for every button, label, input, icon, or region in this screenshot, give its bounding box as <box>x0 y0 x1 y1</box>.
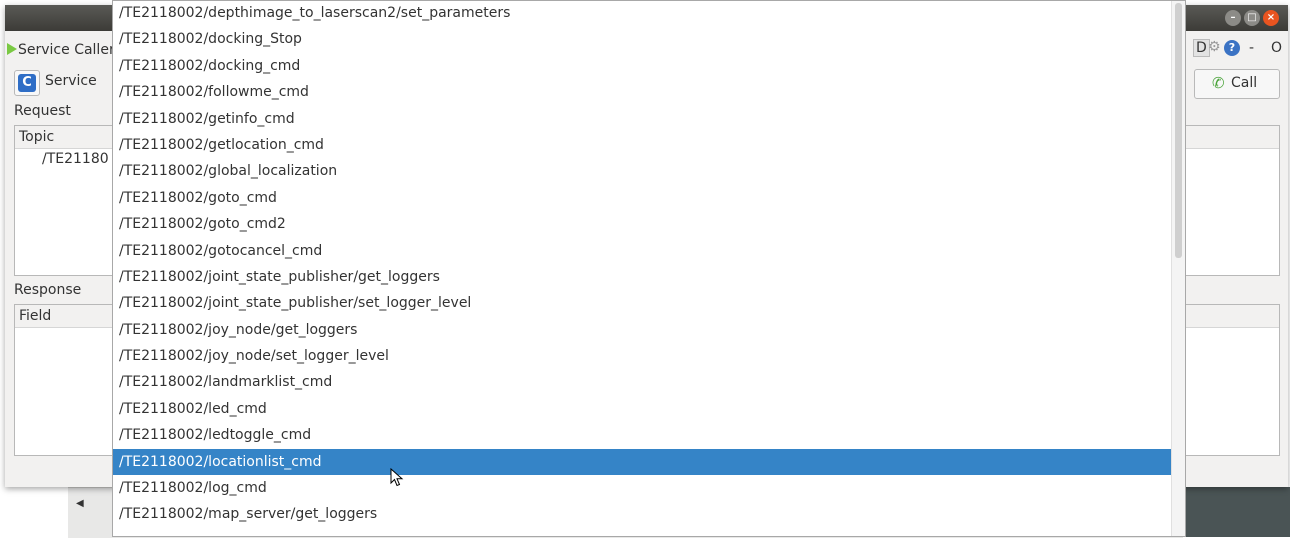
column-header-field[interactable]: Field <box>19 308 51 324</box>
desktop-area <box>1183 487 1290 537</box>
dropdown-scroll-thumb[interactable] <box>1175 3 1182 258</box>
dropdown-item[interactable]: /TE2118002/joy_node/set_logger_level <box>113 343 1171 369</box>
play-icon <box>7 43 17 55</box>
dropdown-item[interactable]: /TE2118002/map_server/get_loggers <box>113 501 1171 527</box>
dropdown-item[interactable]: /TE2118002/landmarklist_cmd <box>113 369 1171 395</box>
request-tree-row[interactable]: /TE21180 <box>42 151 109 167</box>
mouse-cursor-icon <box>390 468 404 487</box>
column-header-topic[interactable]: Topic <box>19 129 54 145</box>
service-label: Service <box>45 73 97 89</box>
dropdown-item[interactable]: /TE2118002/locationlist_cmd <box>113 448 1171 476</box>
dropdown-item[interactable]: /TE2118002/followme_cmd <box>113 79 1171 105</box>
dropdown-item[interactable]: /TE2118002/getinfo_cmd <box>113 106 1171 132</box>
scroll-left-arrow-icon[interactable]: ◀ <box>76 498 84 509</box>
phone-icon: ✆ <box>1212 74 1225 92</box>
dropdown-item[interactable]: /TE2118002/docking_cmd <box>113 53 1171 79</box>
dropdown-item[interactable]: /TE2118002/joy_node/get_loggers <box>113 317 1171 343</box>
dropdown-item[interactable]: /TE2118002/goto_cmd <box>113 185 1171 211</box>
dropdown-item[interactable]: /TE2118002/ledtoggle_cmd <box>113 422 1171 448</box>
plugin-minimize-button[interactable]: - <box>1249 40 1254 56</box>
help-icon[interactable]: ? <box>1224 40 1240 56</box>
dropdown-item[interactable]: /TE2118002/joint_state_publisher/get_log… <box>113 264 1171 290</box>
service-dropdown-list[interactable]: /TE2118002/depthimage_to_laserscan2/set_… <box>112 0 1186 537</box>
dropdown-item[interactable]: /TE2118002/log_cmd <box>113 475 1171 501</box>
dropdown-scrollbar[interactable] <box>1171 1 1185 536</box>
gear-icon[interactable]: ⚙ <box>1208 39 1221 55</box>
dropdown-item[interactable]: /TE2118002/docking_Stop <box>113 26 1171 52</box>
plugin-title: Service Caller <box>18 42 115 58</box>
plugin-close-button[interactable]: O <box>1271 40 1282 56</box>
refresh-button[interactable]: C <box>14 70 40 96</box>
call-button[interactable]: ✆ Call <box>1194 69 1280 99</box>
response-section-label: Response <box>14 282 82 298</box>
dropdown-items: /TE2118002/depthimage_to_laserscan2/set_… <box>113 1 1171 528</box>
maximize-button[interactable]: □ <box>1244 10 1260 26</box>
dropdown-item[interactable]: /TE2118002/global_localization <box>113 158 1171 184</box>
close-button[interactable]: × <box>1263 10 1279 26</box>
refresh-icon: C <box>18 74 36 92</box>
dropdown-item[interactable]: /TE2118002/goto_cmd2 <box>113 211 1171 237</box>
dropdown-item[interactable]: /TE2118002/joint_state_publisher/set_log… <box>113 290 1171 316</box>
dropdown-item[interactable]: /TE2118002/gotocancel_cmd <box>113 238 1171 264</box>
minimize-button[interactable]: – <box>1225 10 1241 26</box>
dropdown-item[interactable]: /TE2118002/depthimage_to_laserscan2/set_… <box>113 1 1171 26</box>
dropdown-item[interactable]: /TE2118002/led_cmd <box>113 396 1171 422</box>
dropdown-item[interactable]: /TE2118002/getlocation_cmd <box>113 132 1171 158</box>
call-button-label: Call <box>1231 75 1258 91</box>
request-section-label: Request <box>14 103 71 119</box>
